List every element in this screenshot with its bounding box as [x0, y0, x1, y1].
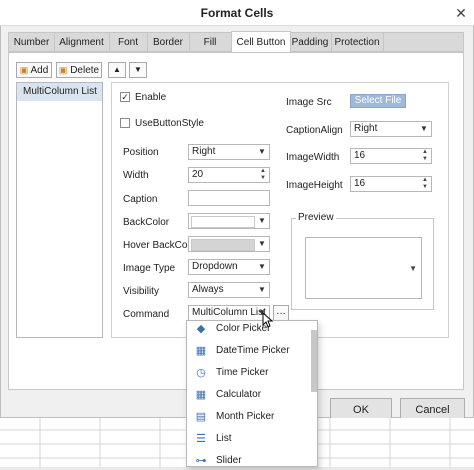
tab-protection[interactable]: Protection — [331, 33, 384, 52]
list-item-label: DateTime Picker — [216, 345, 290, 356]
position-value: Right — [192, 146, 216, 157]
tab-border[interactable]: Border — [147, 33, 190, 52]
chevron-down-icon: ▼ — [258, 239, 266, 248]
dialog-title: Format Cells — [200, 6, 274, 20]
spin-up-icon[interactable]: ▲ — [420, 177, 430, 184]
add-button[interactable]: ▣ Add — [16, 62, 52, 78]
caption-align-select[interactable]: Right ▼ — [350, 121, 432, 137]
close-button[interactable]: ✕ — [448, 0, 474, 26]
image-type-label: Image Type — [123, 263, 176, 274]
color-picker-icon: ◆ — [196, 323, 206, 335]
image-width-value: 16 — [354, 150, 366, 161]
chevron-down-icon: ▼ — [258, 285, 266, 294]
list-item-label: List — [216, 433, 232, 444]
list-item-label: Calculator — [216, 389, 262, 400]
list-item[interactable]: ⊶ Slider — [187, 450, 309, 467]
backcolor-picker[interactable]: ▼ — [188, 213, 270, 229]
chevron-down-icon: ▼ — [258, 147, 266, 156]
image-height-label: ImageHeight — [286, 180, 343, 191]
add-label: Add — [30, 65, 49, 76]
position-select[interactable]: Right ▼ — [188, 144, 270, 160]
tab-alignment[interactable]: Alignment — [54, 33, 110, 52]
cell-button-list — [16, 82, 103, 338]
use-button-style-label: UseButtonStyle — [135, 118, 204, 129]
chevron-down-icon: ▼ — [420, 124, 428, 133]
delete-button[interactable]: ▣ Delete — [56, 62, 102, 78]
hover-backcolor-swatch — [191, 239, 255, 251]
list-icon: ☰ — [196, 433, 206, 445]
caption-align-label: CaptionAlign — [286, 125, 343, 136]
enable-checkbox[interactable]: ✓ — [120, 92, 130, 102]
list-item[interactable]: ◷ Time Picker — [187, 362, 309, 384]
calculator-icon: ▦ — [195, 389, 207, 401]
dropdown-scrollbar[interactable] — [311, 330, 317, 392]
tab-strip: Number Alignment Font Border Fill Cell B… — [8, 31, 464, 54]
list-item[interactable]: ▦ DateTime Picker — [187, 340, 309, 362]
command-more-button[interactable]: … — [273, 305, 289, 321]
command-dropdown-list: ◆ Color Picker ▦ DateTime Picker ◷ Time … — [186, 320, 318, 467]
visibility-select[interactable]: Always ▼ — [188, 282, 270, 298]
list-item-label: Slider — [216, 455, 242, 466]
width-label: Width — [123, 170, 149, 181]
enable-label: Enable — [135, 92, 167, 103]
list-item-label: Month Picker — [216, 411, 275, 422]
calendar-icon: ▦ — [195, 345, 207, 357]
image-height-stepper[interactable]: 16 ▲ ▼ — [350, 176, 432, 192]
list-item[interactable]: ◆ Color Picker — [187, 321, 309, 340]
chevron-down-icon: ▼ — [258, 262, 266, 271]
move-down-button[interactable]: ▼ — [129, 62, 147, 78]
width-value: 20 — [192, 169, 204, 180]
list-item-label: Time Picker — [216, 367, 269, 378]
preview-dropdown-icon: ▼ — [409, 264, 417, 273]
spin-up-icon[interactable]: ▲ — [420, 149, 430, 156]
list-item[interactable]: ▤ Month Picker — [187, 406, 309, 428]
caption-align-value: Right — [354, 123, 378, 134]
add-icon: ▣ — [19, 65, 29, 75]
list-item[interactable]: ☰ List — [187, 428, 309, 450]
command-select[interactable]: MultiColumn List ▼ — [188, 305, 270, 321]
preview-label: Preview — [296, 212, 336, 223]
spin-down-icon[interactable]: ▼ — [258, 175, 268, 182]
tab-padding[interactable]: Padding — [289, 33, 332, 52]
tab-font[interactable]: Font — [109, 33, 148, 52]
image-height-value: 16 — [354, 178, 366, 189]
chevron-down-icon: ▼ — [258, 216, 266, 225]
delete-label: Delete — [70, 65, 100, 76]
caption-label: Caption — [123, 194, 158, 205]
clock-icon: ◷ — [196, 367, 206, 379]
spin-down-icon[interactable]: ▼ — [420, 184, 430, 191]
width-stepper[interactable]: 20 ▲ ▼ — [188, 167, 270, 183]
image-type-value: Dropdown — [192, 261, 238, 272]
spin-up-icon[interactable]: ▲ — [258, 168, 268, 175]
preview-box: ▼ — [305, 237, 422, 299]
use-button-style-checkbox[interactable] — [120, 118, 130, 128]
list-item[interactable]: MultiColumn List — [17, 83, 102, 101]
backcolor-label: BackColor — [123, 217, 170, 228]
move-up-button[interactable]: ▲ — [108, 62, 126, 78]
image-width-stepper[interactable]: 16 ▲ ▼ — [350, 148, 432, 164]
image-type-select[interactable]: Dropdown ▼ — [188, 259, 270, 275]
delete-icon: ▣ — [58, 65, 68, 75]
tab-number[interactable]: Number — [9, 33, 55, 52]
image-src-label: Image Src — [286, 97, 332, 108]
list-item[interactable]: ▦ Calculator — [187, 384, 309, 406]
tab-fill[interactable]: Fill — [189, 33, 232, 52]
visibility-value: Always — [192, 284, 224, 295]
slider-icon: ⊶ — [195, 455, 207, 467]
image-width-label: ImageWidth — [286, 152, 340, 163]
command-label: Command — [123, 309, 170, 320]
caption-input[interactable] — [188, 190, 270, 206]
mouse-cursor-icon — [262, 312, 274, 328]
position-label: Position — [123, 147, 159, 158]
hover-backcolor-picker[interactable]: ▼ — [188, 236, 270, 252]
select-file-button[interactable]: Select File — [350, 94, 406, 108]
backcolor-swatch — [191, 216, 255, 228]
tab-cell-button[interactable]: Cell Button — [231, 31, 291, 54]
month-icon: ▤ — [195, 411, 207, 423]
visibility-label: Visibility — [123, 286, 159, 297]
spin-down-icon[interactable]: ▼ — [420, 156, 430, 163]
